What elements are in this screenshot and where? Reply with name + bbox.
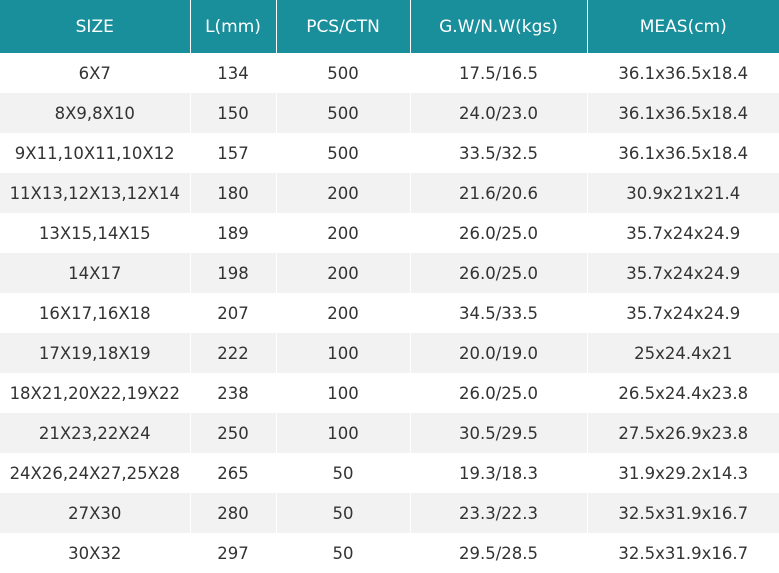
cell-measurement: 32.5x31.9x16.7 xyxy=(587,533,779,573)
cell-size: 9X11,10X11,10X12 xyxy=(0,133,191,173)
cell-gross-net-weight: 34.5/33.5 xyxy=(410,293,588,333)
cell-pcs-per-carton: 100 xyxy=(276,333,411,373)
cell-gross-net-weight: 33.5/32.5 xyxy=(410,133,588,173)
table-row: 27X30 280 50 23.3/22.3 32.5x31.9x16.7 xyxy=(0,493,779,533)
table-row: 30X32 297 50 29.5/28.5 32.5x31.9x16.7 xyxy=(0,533,779,573)
table-row: 24X26,24X27,25X28 265 50 19.3/18.3 31.9x29.2… xyxy=(0,453,779,493)
cell-measurement: 31.9x29.2x14.3 xyxy=(587,453,779,493)
table-row: 9X11,10X11,10X12 157 500 33.5/32.5 36.1x36.5… xyxy=(0,133,779,173)
cell-measurement: 36.1x36.5x18.4 xyxy=(587,53,779,93)
cell-measurement: 27.5x26.9x23.8 xyxy=(587,413,779,453)
cell-pcs-per-carton: 50 xyxy=(276,533,411,573)
table-row: 14X17 198 200 26.0/25.0 35.7x24x24.9 xyxy=(0,253,779,293)
cell-size: 16X17,16X18 xyxy=(0,293,191,333)
cell-length: 189 xyxy=(190,213,277,253)
cell-measurement: 36.1x36.5x18.4 xyxy=(587,93,779,133)
cell-gross-net-weight: 29.5/28.5 xyxy=(410,533,588,573)
table-row: 16X17,16X18 207 200 34.5/33.5 35.7x24x24.9 xyxy=(0,293,779,333)
header-length: L(mm) xyxy=(190,0,277,53)
cell-measurement: 35.7x24x24.9 xyxy=(587,213,779,253)
cell-gross-net-weight: 30.5/29.5 xyxy=(410,413,588,453)
cell-gross-net-weight: 21.6/20.6 xyxy=(410,173,588,213)
cell-size: 13X15,14X15 xyxy=(0,213,191,253)
cell-pcs-per-carton: 500 xyxy=(276,133,411,173)
cell-gross-net-weight: 26.0/25.0 xyxy=(410,373,588,413)
cell-size: 18X21,20X22,19X22 xyxy=(0,373,191,413)
cell-gross-net-weight: 26.0/25.0 xyxy=(410,213,588,253)
cell-measurement: 30.9x21x21.4 xyxy=(587,173,779,213)
cell-measurement: 25x24.4x21 xyxy=(587,333,779,373)
table-row: 6X7 134 500 17.5/16.5 36.1x36.5x18.4 xyxy=(0,53,779,93)
cell-pcs-per-carton: 100 xyxy=(276,413,411,453)
header-measurement: MEAS(cm) xyxy=(587,0,779,53)
cell-length: 198 xyxy=(190,253,277,293)
spec-table: SIZE L(mm) PCS/CTN G.W/N.W(kgs) MEAS(cm)… xyxy=(0,0,779,573)
cell-measurement: 36.1x36.5x18.4 xyxy=(587,133,779,173)
cell-length: 280 xyxy=(190,493,277,533)
table-row: 21X23,22X24 250 100 30.5/29.5 27.5x26.9x23.8 xyxy=(0,413,779,453)
cell-size: 30X32 xyxy=(0,533,191,573)
cell-measurement: 35.7x24x24.9 xyxy=(587,293,779,333)
cell-size: 8X9,8X10 xyxy=(0,93,191,133)
cell-pcs-per-carton: 500 xyxy=(276,93,411,133)
cell-length: 180 xyxy=(190,173,277,213)
cell-size: 21X23,22X24 xyxy=(0,413,191,453)
cell-gross-net-weight: 24.0/23.0 xyxy=(410,93,588,133)
cell-length: 265 xyxy=(190,453,277,493)
table-row: 8X9,8X10 150 500 24.0/23.0 36.1x36.5x18.4 xyxy=(0,93,779,133)
cell-size: 14X17 xyxy=(0,253,191,293)
cell-size: 27X30 xyxy=(0,493,191,533)
cell-gross-net-weight: 26.0/25.0 xyxy=(410,253,588,293)
table-row: 13X15,14X15 189 200 26.0/25.0 35.7x24x24.9 xyxy=(0,213,779,253)
cell-length: 150 xyxy=(190,93,277,133)
cell-size: 11X13,12X13,12X14 xyxy=(0,173,191,213)
cell-gross-net-weight: 17.5/16.5 xyxy=(410,53,588,93)
cell-length: 157 xyxy=(190,133,277,173)
cell-pcs-per-carton: 200 xyxy=(276,213,411,253)
cell-gross-net-weight: 20.0/19.0 xyxy=(410,333,588,373)
cell-length: 134 xyxy=(190,53,277,93)
cell-length: 297 xyxy=(190,533,277,573)
header-size: SIZE xyxy=(0,0,191,53)
cell-gross-net-weight: 19.3/18.3 xyxy=(410,453,588,493)
cell-pcs-per-carton: 50 xyxy=(276,453,411,493)
cell-size: 24X26,24X27,25X28 xyxy=(0,453,191,493)
cell-pcs-per-carton: 200 xyxy=(276,173,411,213)
cell-length: 250 xyxy=(190,413,277,453)
table-body: 6X7 134 500 17.5/16.5 36.1x36.5x18.4 8X9,8X10… xyxy=(0,53,779,573)
cell-measurement: 26.5x24.4x23.8 xyxy=(587,373,779,413)
cell-pcs-per-carton: 50 xyxy=(276,493,411,533)
table-header: SIZE L(mm) PCS/CTN G.W/N.W(kgs) MEAS(cm) xyxy=(0,0,779,53)
cell-pcs-per-carton: 200 xyxy=(276,253,411,293)
cell-length: 207 xyxy=(190,293,277,333)
cell-size: 6X7 xyxy=(0,53,191,93)
table-row: 17X19,18X19 222 100 20.0/19.0 25x24.4x21 xyxy=(0,333,779,373)
cell-size: 17X19,18X19 xyxy=(0,333,191,373)
cell-pcs-per-carton: 100 xyxy=(276,373,411,413)
cell-pcs-per-carton: 200 xyxy=(276,293,411,333)
header-gross-net-weight: G.W/N.W(kgs) xyxy=(410,0,588,53)
cell-length: 222 xyxy=(190,333,277,373)
table-row: 18X21,20X22,19X22 238 100 26.0/25.0 26.5x24.… xyxy=(0,373,779,413)
header-row: SIZE L(mm) PCS/CTN G.W/N.W(kgs) MEAS(cm) xyxy=(0,0,779,53)
cell-length: 238 xyxy=(190,373,277,413)
cell-measurement: 32.5x31.9x16.7 xyxy=(587,493,779,533)
cell-measurement: 35.7x24x24.9 xyxy=(587,253,779,293)
cell-pcs-per-carton: 500 xyxy=(276,53,411,93)
header-pcs-per-carton: PCS/CTN xyxy=(276,0,411,53)
cell-gross-net-weight: 23.3/22.3 xyxy=(410,493,588,533)
table-row: 11X13,12X13,12X14 180 200 21.6/20.6 30.9x21x… xyxy=(0,173,779,213)
